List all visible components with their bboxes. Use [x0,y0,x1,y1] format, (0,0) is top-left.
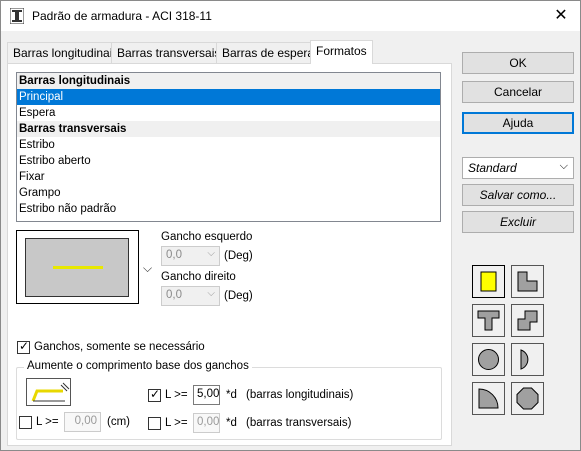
half-circle-shape-icon [520,349,529,370]
ok-button[interactable]: OK [462,52,574,74]
list-item-estribo-aberto[interactable]: Estribo aberto [17,153,440,169]
chevron-down-icon: ⌵ [207,288,215,299]
square-shape-icon [480,271,497,292]
preset-value: Standard [468,161,517,175]
l-ge-transversal-checkbox[interactable] [148,417,161,430]
chevron-down-icon: ⌵ [559,160,568,172]
z-shape-button[interactable] [511,304,544,337]
l-ge-cm-input[interactable]: 0,00 [64,412,101,432]
t-shape-icon [477,310,500,331]
left-hook-label: Gancho esquerdo [161,231,253,243]
list-item-estribo[interactable]: Estribo [17,137,440,153]
l-shape-icon [517,271,538,292]
square-shape-button[interactable] [472,265,505,298]
title-bar: Padrão de armadura - ACI 318-11 ✕ [1,1,580,31]
close-icon[interactable]: ✕ [549,5,573,27]
dialog-window: Padrão de armadura - ACI 318-11 ✕ Barras… [0,0,581,451]
hook-shape-button[interactable] [26,378,71,406]
shape-preview[interactable] [16,230,139,304]
circle-shape-icon [478,349,499,370]
right-hook-select: 0,0 ⌵ [161,286,220,306]
left-hook-unit: (Deg) [224,250,253,262]
l-ge-transversal-input[interactable]: 0,00 [193,413,220,433]
list-item-fixar[interactable]: Fixar [17,169,440,185]
hook-shape-icon [31,382,70,402]
t-shape-button[interactable] [472,304,505,337]
l-ge-transversal-unit: *d [226,417,237,429]
z-shape-icon [517,310,538,331]
shape-listbox[interactable]: Barras longitudinais Principal Espera Ba… [16,72,441,222]
l-ge-cm-checkbox[interactable] [19,416,32,429]
half-circle-shape-button[interactable] [511,343,544,376]
tab-barras-longitudinais[interactable]: Barras longitudinais [7,42,125,63]
chevron-down-icon[interactable]: ⌵ [143,261,152,276]
l-ge-label: L >= [36,416,59,428]
list-item-grampo[interactable]: Grampo [17,185,440,201]
quarter-circle-shape-icon [478,388,499,409]
window-title: Padrão de armadura - ACI 318-11 [32,9,212,23]
l-ge-longitudinal-desc: (barras longitudinais) [246,389,354,401]
circle-shape-button[interactable] [472,343,505,376]
l-ge-longitudinal-unit: *d [226,389,237,401]
preset-select[interactable]: Standard ⌵ [462,157,574,179]
quarter-circle-shape-button[interactable] [472,382,505,415]
l-ge-cm-unit: (cm) [107,416,130,428]
left-hook-value: 0,0 [166,249,182,261]
tab-barras-transversais[interactable]: Barras transversais [111,42,227,63]
right-hook-label: Gancho direito [161,271,236,283]
l-ge-longitudinal-input[interactable]: 5,00 [193,385,220,405]
right-hook-value: 0,0 [166,289,182,301]
list-item-espera[interactable]: Espera [17,105,440,121]
save-as-button[interactable]: Salvar como... [462,184,574,206]
help-button[interactable]: Ajuda [462,112,574,134]
list-group-header: Barras longitudinais [17,73,440,89]
l-ge-label: L >= [165,417,188,429]
tab-formatos[interactable]: Formatos [310,40,373,64]
hooks-only-if-needed-label: Ganchos, somente se necessário [34,341,205,353]
hooks-only-if-needed-checkbox[interactable] [17,339,30,354]
list-item-estribo-nao-padrao[interactable]: Estribo não padrão [17,201,440,217]
left-hook-select: 0,0 ⌵ [161,246,220,266]
list-item-principal[interactable]: Principal [17,89,440,105]
delete-button[interactable]: Excluir [462,211,574,233]
increase-hook-length-title: Aumente o comprimento base dos ganchos [24,360,252,372]
preview-bar [53,266,103,269]
l-shape-button[interactable] [511,265,544,298]
app-icon [10,8,24,24]
cancel-button[interactable]: Cancelar [462,81,574,103]
tab-barras-de-espera[interactable]: Barras de espera [216,42,321,63]
octagon-shape-button[interactable] [511,382,544,415]
l-ge-label: L >= [165,389,188,401]
preview-section [25,238,129,297]
l-ge-transversal-desc: (barras transversais) [246,417,352,429]
list-group-header: Barras transversais [17,121,440,137]
l-ge-longitudinal-checkbox[interactable] [148,387,161,402]
octagon-shape-icon [516,387,539,410]
chevron-down-icon: ⌵ [207,248,215,259]
right-hook-unit: (Deg) [224,290,253,302]
